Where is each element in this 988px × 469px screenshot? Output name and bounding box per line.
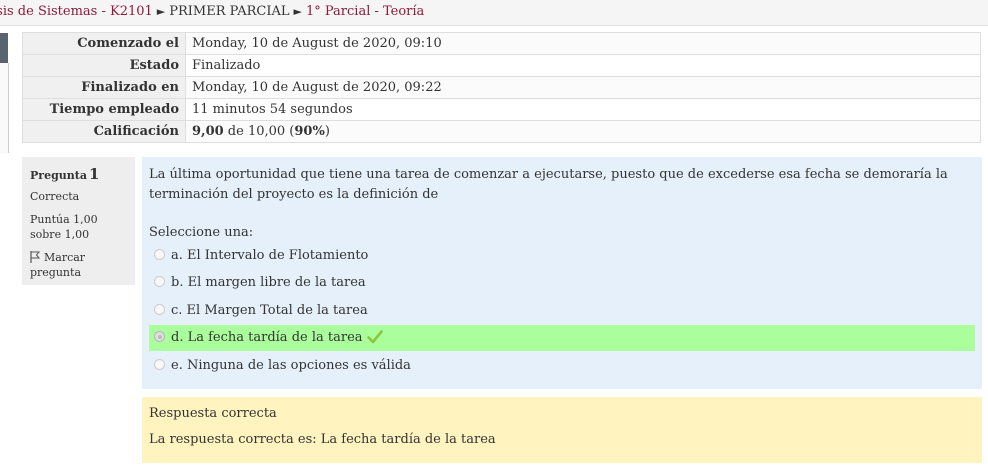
answer-option-c[interactable]: c. El Margen Total de la tarea	[149, 298, 975, 324]
breadcrumb-section-link[interactable]: PRIMER PARCIAL	[169, 4, 289, 19]
breadcrumb-separator-icon: ►	[293, 5, 302, 18]
answer-option-label: d. La fecha tardía de la tarea	[171, 330, 363, 345]
question-text: La última oportunidad que tiene una tare…	[149, 167, 948, 202]
radio-button-selected[interactable]	[154, 331, 165, 342]
grade-close-paren: )	[324, 123, 330, 139]
answer-option-label: b. El margen libre de la tarea	[171, 275, 366, 290]
summary-row-started: Comenzado el Monday, 10 de August de 202…	[22, 32, 981, 55]
question-number-value: 1	[88, 165, 100, 183]
question-number: Pregunta 1	[30, 165, 99, 183]
summary-label: Comenzado el	[22, 32, 186, 55]
summary-value: 11 minutos 54 segundos	[185, 98, 981, 121]
summary-label: Estado	[22, 54, 186, 77]
summary-label: Calificación	[22, 120, 186, 143]
grade-percent: 90%	[294, 123, 325, 139]
breadcrumb-quiz-link[interactable]: 1° Parcial - Teoría	[306, 4, 424, 19]
question-feedback: Respuesta correcta La respuesta correcta…	[142, 397, 982, 463]
breadcrumb: isis de Sistemas - K2101 ► PRIMER PARCIAL ►…	[0, 0, 988, 26]
question-label: Pregunta	[30, 169, 87, 182]
radio-button[interactable]	[154, 249, 165, 260]
attempt-summary-table: Comenzado el Monday, 10 de August de 202…	[22, 32, 981, 143]
side-panel	[0, 63, 9, 153]
question-formulation: La última oportunidad que tiene una tare…	[142, 157, 982, 389]
feedback-title: Respuesta correcta	[149, 406, 277, 421]
summary-value: Monday, 10 de August de 2020, 09:22	[185, 76, 981, 99]
answer-option-label: e. Ninguna de las opciones es válida	[171, 358, 411, 373]
question-info: Pregunta 1 Correcta Puntúa 1,00 sobre 1,0…	[22, 157, 135, 285]
question-grade: Puntúa 1,00 sobre 1,00	[30, 213, 98, 241]
summary-row-finished: Finalizado en Monday, 10 de August de 20…	[22, 76, 981, 99]
answer-option-label: a. El Intervalo de Flotamiento	[171, 248, 369, 263]
summary-row-grade: Calificación 9,00 de 10,00 (90%)	[22, 120, 981, 143]
breadcrumb-course-link[interactable]: isis de Sistemas - K2101	[0, 4, 153, 19]
answer-option-e[interactable]: e. Ninguna de las opciones es válida	[149, 353, 975, 379]
answer-option-a[interactable]: a. El Intervalo de Flotamiento	[149, 243, 975, 269]
radio-button[interactable]	[154, 276, 165, 287]
summary-row-time-taken: Tiempo empleado 11 minutos 54 segundos	[22, 98, 981, 121]
flag-question-button[interactable]: Marcar pregunta	[30, 250, 130, 280]
breadcrumb-separator-icon: ►	[156, 5, 166, 18]
summary-value: Finalizado	[185, 54, 981, 77]
grade-out-of: de 10,00 (	[223, 123, 295, 139]
side-panel-header	[0, 33, 8, 63]
answer-prompt: Seleccione una:	[149, 225, 254, 240]
answer-option-d[interactable]: d. La fecha tardía de la tarea	[149, 325, 975, 351]
summary-label: Finalizado en	[22, 76, 186, 99]
feedback-correct-answer: La respuesta correcta es: La fecha tardí…	[149, 432, 496, 447]
answer-option-label: c. El Margen Total de la tarea	[171, 303, 368, 318]
summary-value: 9,00 de 10,00 (90%)	[185, 120, 981, 143]
check-icon	[366, 328, 383, 354]
answer-option-b[interactable]: b. El margen libre de la tarea	[149, 270, 975, 296]
grade-score: 9,00	[192, 123, 224, 139]
question-state: Correcta	[30, 190, 80, 203]
summary-label: Tiempo empleado	[22, 98, 186, 121]
flag-icon	[30, 251, 41, 263]
summary-value: Monday, 10 de August de 2020, 09:10	[185, 32, 981, 55]
radio-button[interactable]	[154, 304, 165, 315]
summary-row-state: Estado Finalizado	[22, 54, 981, 77]
radio-button[interactable]	[154, 359, 165, 370]
